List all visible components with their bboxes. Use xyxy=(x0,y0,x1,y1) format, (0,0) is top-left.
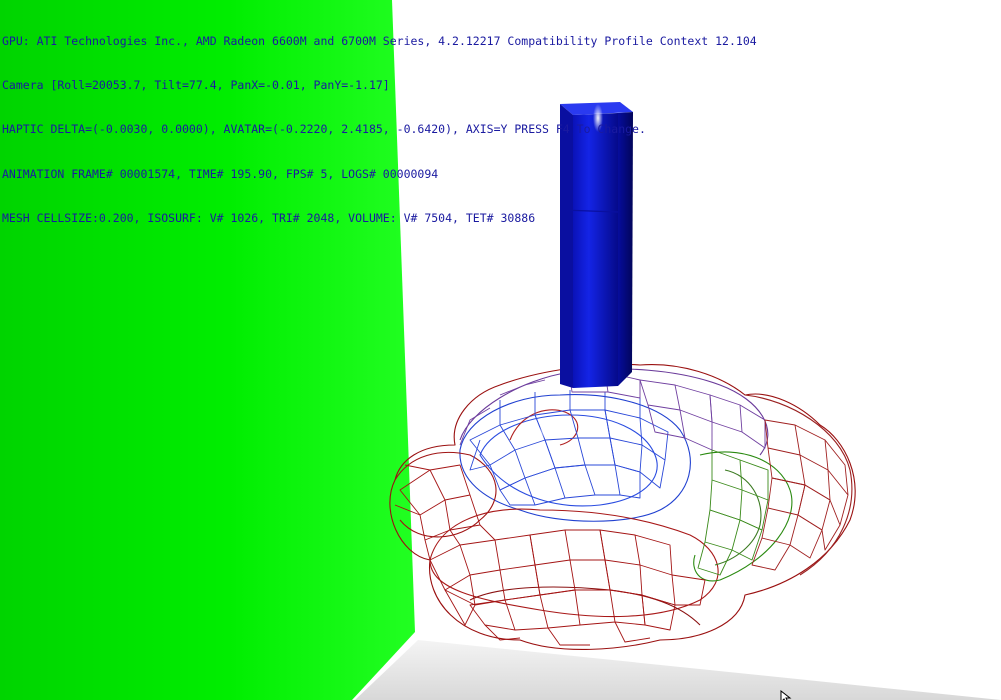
hud-gpu-line: GPU: ATI Technologies Inc., AMD Radeon 6… xyxy=(2,33,757,48)
3d-viewport[interactable]: GPU: ATI Technologies Inc., AMD Radeon 6… xyxy=(0,0,1001,700)
hud-overlay: GPU: ATI Technologies Inc., AMD Radeon 6… xyxy=(2,4,757,256)
mesh-highlight-2 xyxy=(670,544,690,556)
isosurface-mesh xyxy=(389,363,856,651)
hud-animation-line: ANIMATION FRAME# 00001574, TIME# 195.90,… xyxy=(2,166,439,181)
mouse-pointer-icon xyxy=(780,690,792,700)
hud-haptic-line: HAPTIC DELTA=(-0.0030, 0.0000), AVATAR=(… xyxy=(2,122,646,137)
floor-plane xyxy=(355,640,1001,700)
hud-mesh-line: MESH CELLSIZE:0.200, ISOSURF: V# 1026, T… xyxy=(2,211,536,226)
mesh-highlight xyxy=(533,425,577,439)
hud-camera-line: Camera [Roll=20053.7, Tilt=77.4, PanX=-0… xyxy=(2,77,390,92)
